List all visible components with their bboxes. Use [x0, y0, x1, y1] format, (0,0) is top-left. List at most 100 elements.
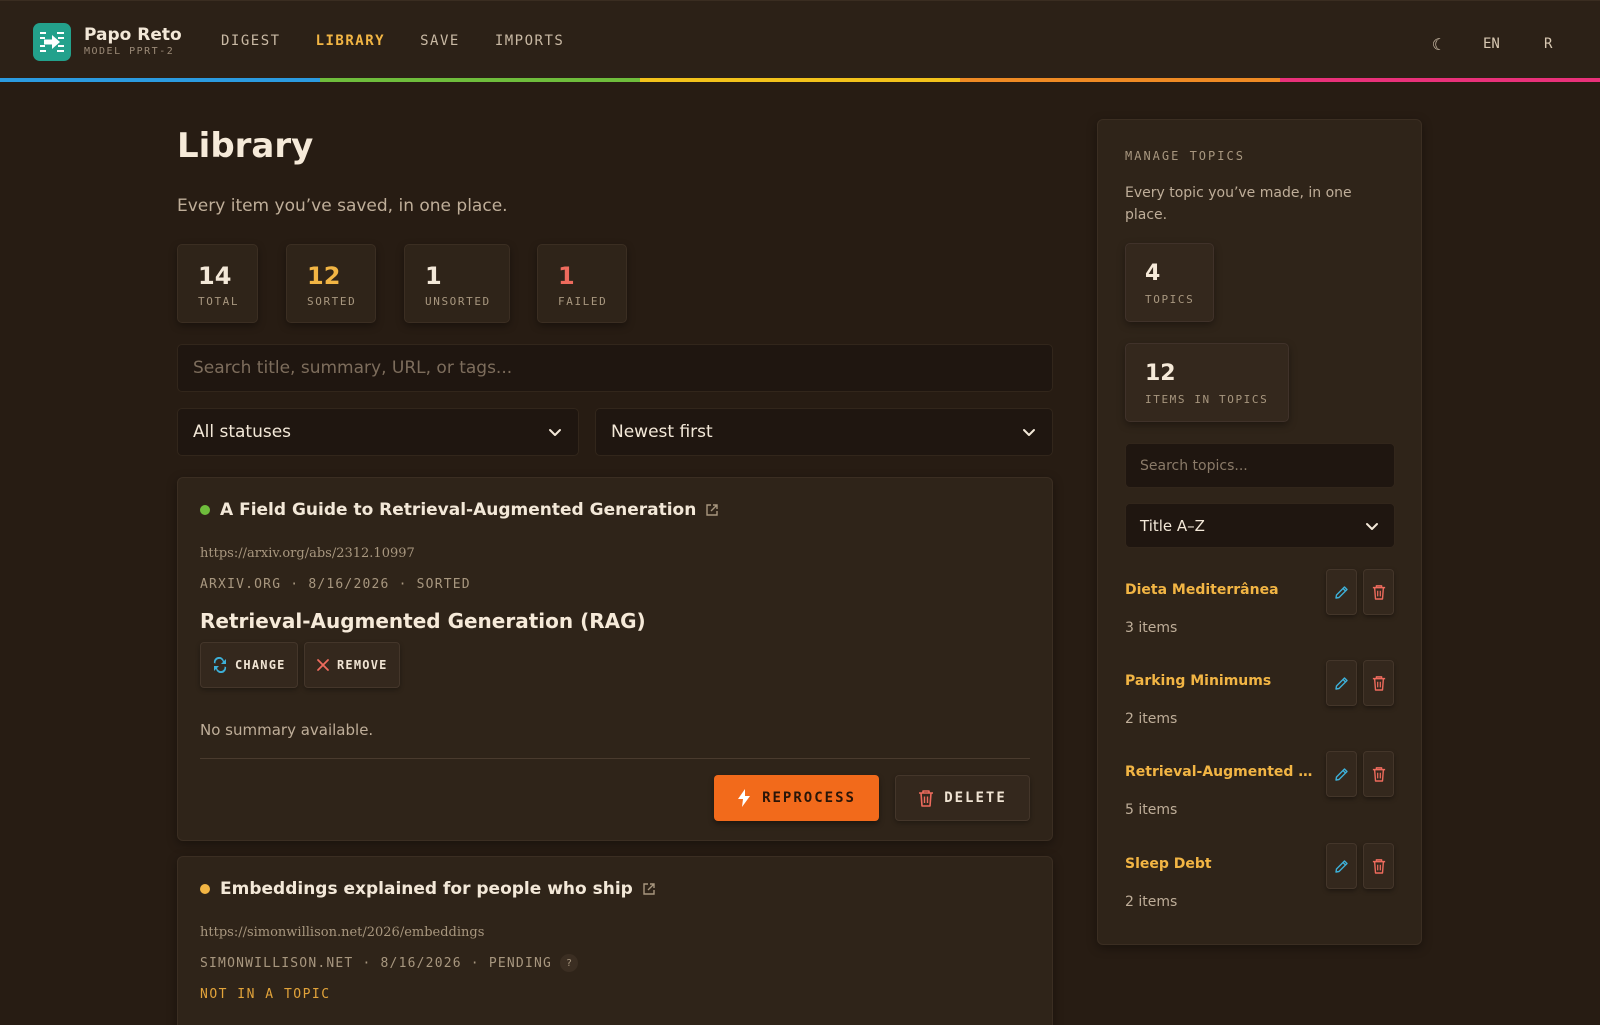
topic-name[interactable]: Sleep Debt — [1125, 856, 1315, 872]
chevron-down-icon — [1366, 522, 1378, 530]
delete-topic-button[interactable] — [1363, 843, 1394, 889]
nav-save[interactable]: SAVE — [420, 33, 460, 49]
item-topic: Retrieval-Augmented Generation (RAG) — [200, 609, 646, 633]
stat-label: ITEMS IN TOPICS — [1145, 393, 1269, 406]
stat-items-in-topics: 12 ITEMS IN TOPICS — [1125, 343, 1289, 422]
lightning-icon — [738, 789, 751, 807]
topic-name[interactable]: Retrieval-Augmented Generation (RAG) — [1125, 764, 1315, 780]
trash-icon — [1372, 676, 1385, 691]
page-title: Library — [177, 126, 314, 166]
status-dot — [200, 505, 210, 515]
app-logo-icon — [33, 23, 71, 61]
sort-value: Newest first — [611, 422, 713, 442]
remove-topic-button[interactable]: REMOVE — [304, 642, 400, 688]
stat-value: 1 — [558, 262, 575, 290]
moon-icon[interactable]: ☾ — [1432, 35, 1442, 54]
topic-count: 2 items — [1125, 894, 1178, 910]
library-search-input[interactable] — [177, 344, 1053, 392]
topic-row: Dieta Mediterrânea 3 items — [1125, 569, 1395, 639]
rainbow-segment — [320, 78, 640, 82]
library-item-card: A Field Guide to Retrieval-Augmented Gen… — [177, 477, 1053, 841]
item-title-row[interactable]: A Field Guide to Retrieval-Augmented Gen… — [200, 500, 719, 520]
manage-topics-panel: MANAGE TOPICS Every topic you’ve made, i… — [1097, 119, 1422, 945]
stat-label: TOPICS — [1145, 293, 1195, 306]
item-title[interactable]: A Field Guide to Retrieval-Augmented Gen… — [220, 500, 696, 520]
item-url: https://arxiv.org/abs/2312.10997 — [200, 546, 415, 561]
page-subtitle: Every item you’ve saved, in one place. — [177, 196, 508, 216]
trash-icon — [1372, 767, 1385, 782]
delete-topic-button[interactable] — [1363, 751, 1394, 797]
topic-count: 5 items — [1125, 802, 1178, 818]
stat-label: TOTAL — [198, 295, 240, 308]
stat-label: FAILED — [558, 295, 608, 308]
topic-sort-select[interactable]: Title A–Z — [1125, 503, 1395, 548]
rainbow-segment — [1280, 78, 1600, 82]
edit-topic-button[interactable] — [1326, 751, 1357, 797]
external-link-icon[interactable] — [642, 882, 656, 896]
close-icon — [317, 659, 329, 671]
pencil-icon — [1335, 676, 1348, 690]
sort-select[interactable]: Newest first — [595, 408, 1053, 456]
rainbow-bar — [0, 78, 1600, 82]
change-label: CHANGE — [235, 658, 286, 672]
status-filter-select[interactable]: All statuses — [177, 408, 579, 456]
topic-row: Retrieval-Augmented Generation (RAG) 5 i… — [1125, 751, 1395, 821]
nav-imports[interactable]: IMPORTS — [495, 33, 565, 49]
swap-icon — [213, 657, 227, 673]
delete-label: DELETE — [944, 790, 1007, 806]
user-avatar[interactable]: R — [1544, 36, 1552, 52]
stat-label: UNSORTED — [425, 295, 491, 308]
edit-topic-button[interactable] — [1326, 660, 1357, 706]
panel-heading: MANAGE TOPICS — [1125, 149, 1245, 163]
edit-topic-button[interactable] — [1326, 569, 1357, 615]
stat-unsorted: 1 UNSORTED — [404, 244, 510, 323]
nav-library[interactable]: LIBRARY — [316, 33, 386, 49]
brand[interactable]: Papo Reto MODEL PPRT-2 — [33, 23, 182, 61]
rainbow-segment — [640, 78, 960, 82]
item-summary: No summary available. — [200, 721, 374, 739]
remove-label: REMOVE — [337, 658, 388, 672]
item-title-row[interactable]: Embeddings explained for people who ship — [200, 879, 656, 899]
status-filter-value: All statuses — [193, 422, 292, 442]
topic-row: Sleep Debt 2 items — [1125, 843, 1395, 913]
pencil-icon — [1335, 859, 1348, 873]
topic-name[interactable]: Parking Minimums — [1125, 673, 1315, 689]
nav-digest[interactable]: DIGEST — [221, 33, 281, 49]
pencil-icon — [1335, 585, 1348, 599]
main-nav: DIGEST LIBRARY SAVE IMPORTS — [221, 33, 599, 49]
delete-button[interactable]: DELETE — [895, 775, 1030, 821]
stat-failed: 1 FAILED — [537, 244, 627, 323]
stat-value: 14 — [198, 262, 232, 290]
chevron-down-icon — [549, 429, 561, 436]
app-name: Papo Reto — [84, 25, 182, 45]
reprocess-button[interactable]: REPROCESS — [714, 775, 879, 821]
pencil-icon — [1335, 767, 1348, 781]
stat-sorted: 12 SORTED — [286, 244, 376, 323]
delete-topic-button[interactable] — [1363, 660, 1394, 706]
reprocess-label: REPROCESS — [762, 790, 856, 806]
item-title[interactable]: Embeddings explained for people who ship — [220, 879, 633, 899]
edit-topic-button[interactable] — [1326, 843, 1357, 889]
stat-topics: 4 TOPICS — [1125, 243, 1214, 322]
library-item-card: Embeddings explained for people who ship… — [177, 856, 1053, 1025]
topic-row: Parking Minimums 2 items — [1125, 660, 1395, 730]
stat-value: 1 — [425, 262, 442, 290]
external-link-icon[interactable] — [705, 503, 719, 517]
topic-search-input[interactable] — [1125, 443, 1395, 488]
app-model: MODEL PPRT-2 — [84, 46, 175, 57]
delete-topic-button[interactable] — [1363, 569, 1394, 615]
trash-icon — [919, 790, 934, 807]
topic-count: 2 items — [1125, 711, 1178, 727]
stat-value: 4 — [1145, 261, 1161, 286]
panel-subtitle: Every topic you’ve made, in one place. — [1125, 185, 1352, 223]
item-url: https://simonwillison.net/2026/embedding… — [200, 925, 485, 940]
topic-name[interactable]: Dieta Mediterrânea — [1125, 582, 1315, 598]
chevron-down-icon — [1023, 429, 1035, 436]
status-dot — [200, 884, 210, 894]
help-icon[interactable]: ? — [560, 954, 579, 972]
topic-count: 3 items — [1125, 620, 1178, 636]
top-bar: Papo Reto MODEL PPRT-2 DIGEST LIBRARY SA… — [0, 0, 1600, 80]
language-button[interactable]: EN — [1483, 36, 1500, 52]
topic-state: NOT IN A TOPIC — [200, 987, 331, 1002]
change-topic-button[interactable]: CHANGE — [200, 642, 298, 688]
